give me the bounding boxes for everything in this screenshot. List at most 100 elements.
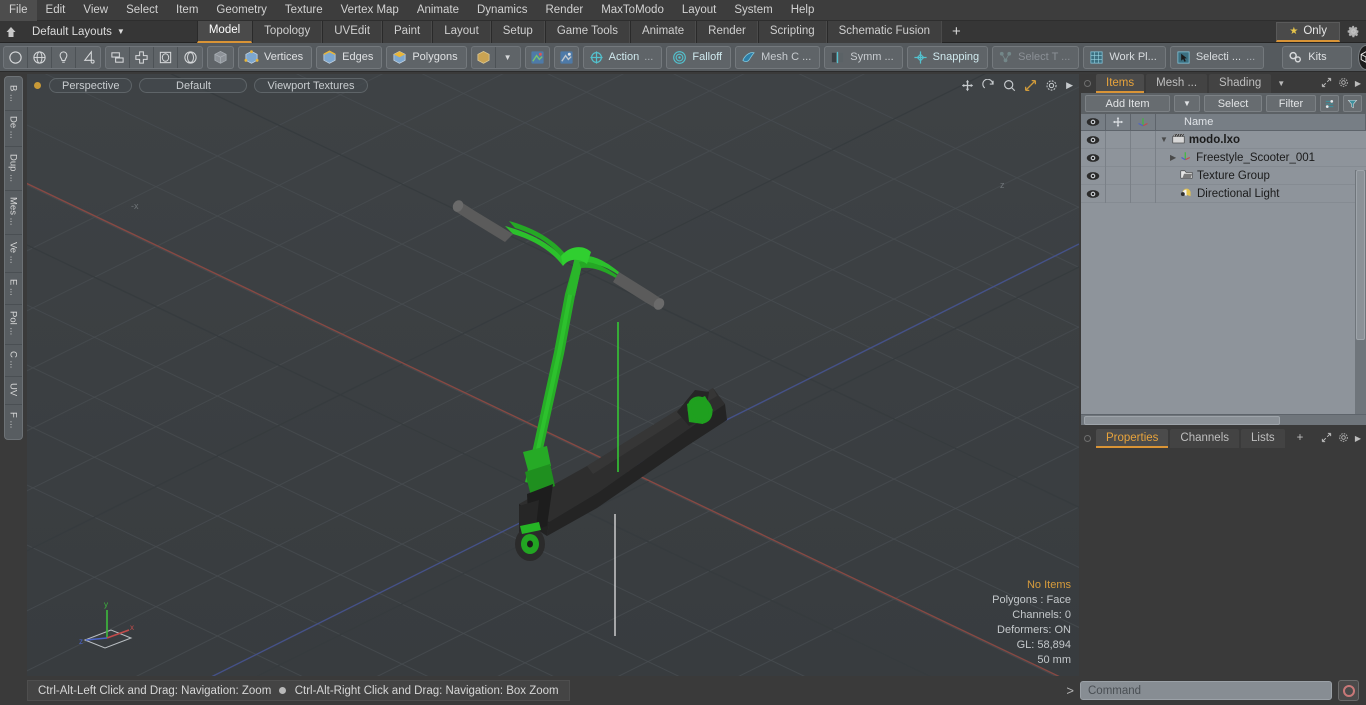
filter-button[interactable]: Filter bbox=[1266, 95, 1316, 112]
row-axis-cell[interactable] bbox=[1131, 184, 1156, 203]
row-axis-cell[interactable] bbox=[1131, 130, 1156, 149]
gear-icon[interactable] bbox=[1338, 432, 1349, 446]
menu-item-select[interactable]: Select bbox=[117, 0, 167, 21]
viewport-projection-selector[interactable]: Perspective bbox=[49, 77, 133, 93]
square-frame-icon[interactable] bbox=[154, 46, 178, 68]
properties-panel-body[interactable] bbox=[1081, 448, 1366, 626]
menu-item-texture[interactable]: Texture bbox=[276, 0, 332, 21]
scrollbar-thumb[interactable] bbox=[1356, 170, 1365, 340]
items-row-texture-group[interactable]: Texture Group bbox=[1156, 167, 1366, 185]
panel-tab-channels[interactable]: Channels bbox=[1170, 429, 1240, 448]
kits-button[interactable]: Kits bbox=[1282, 45, 1353, 69]
gear-icon[interactable] bbox=[1338, 77, 1349, 91]
layout-tab-schematic-fusion[interactable]: Schematic Fusion bbox=[826, 20, 943, 43]
rotate-icon[interactable] bbox=[982, 78, 995, 92]
layout-tab-layout[interactable]: Layout bbox=[432, 20, 491, 43]
layout-preset-selector[interactable]: Default Layouts ▼ bbox=[26, 23, 131, 41]
left-tab-duplicate[interactable]: Dup ... bbox=[4, 147, 22, 191]
row-transform-cell[interactable] bbox=[1106, 148, 1131, 167]
selection-mode-edges[interactable]: Edges bbox=[316, 45, 383, 69]
menu-item-render[interactable]: Render bbox=[536, 0, 592, 21]
selection-mode-vertices[interactable]: Vertices bbox=[238, 45, 313, 69]
cube-icon[interactable] bbox=[207, 45, 234, 69]
layout-tab-scripting[interactable]: Scripting bbox=[757, 20, 827, 43]
menu-item-view[interactable]: View bbox=[74, 0, 117, 21]
items-list[interactable]: Name ▼ modo.lxo ▶ Freestyle_Scooter_001 … bbox=[1081, 113, 1366, 422]
left-tab-basic[interactable]: B ... bbox=[4, 79, 22, 111]
panel-tab-properties[interactable]: Properties bbox=[1096, 429, 1169, 448]
left-tab-curve[interactable]: C ... bbox=[4, 345, 22, 377]
layout-tab-uvedit[interactable]: UVEdit bbox=[322, 20, 383, 43]
triangle-right-icon[interactable]: ▶ bbox=[1170, 153, 1176, 162]
panel-tab-items[interactable]: Items bbox=[1096, 74, 1145, 93]
fit-icon[interactable] bbox=[1024, 79, 1037, 92]
table-row[interactable]: ▼ modo.lxo bbox=[1081, 130, 1366, 149]
select-through-button[interactable]: Select T ... bbox=[992, 45, 1080, 69]
left-tab-mesh-edit[interactable]: Mes ... bbox=[4, 191, 22, 235]
menu-item-help[interactable]: Help bbox=[782, 0, 824, 21]
eye-icon[interactable] bbox=[1081, 130, 1106, 149]
add-panel-tab-button[interactable]: + bbox=[1287, 429, 1314, 448]
viewport-textures-selector[interactable]: Viewport Textures bbox=[254, 77, 368, 93]
menu-item-vertex-map[interactable]: Vertex Map bbox=[332, 0, 408, 21]
left-tab-vertex[interactable]: Ve ... bbox=[4, 235, 22, 273]
list-toggle-icon[interactable] bbox=[1320, 95, 1339, 112]
funnel-icon[interactable] bbox=[1343, 95, 1362, 112]
panel-tab-mesh[interactable]: Mesh ... bbox=[1146, 74, 1208, 93]
local-cube-icon[interactable] bbox=[553, 45, 579, 69]
layout-tab-topology[interactable]: Topology bbox=[252, 20, 323, 43]
items-row-mesh[interactable]: ▶ Freestyle_Scooter_001 bbox=[1156, 149, 1366, 167]
ellipse-icon[interactable] bbox=[178, 47, 202, 68]
menu-item-layout[interactable]: Layout bbox=[673, 0, 726, 21]
gear-icon[interactable] bbox=[1340, 21, 1366, 43]
selection-mode-cube-icon[interactable] bbox=[472, 46, 496, 68]
menu-item-edit[interactable]: Edit bbox=[37, 0, 75, 21]
viewport-style-selector[interactable]: Default bbox=[139, 77, 248, 93]
mesh-constraint-button[interactable]: Mesh C ... bbox=[735, 45, 821, 69]
layout-tab-setup[interactable]: Setup bbox=[490, 20, 545, 43]
layout-tab-paint[interactable]: Paint bbox=[382, 20, 433, 43]
viewport-3d[interactable]: Perspective Default Viewport Textures ▶ … bbox=[27, 74, 1079, 676]
menu-item-animate[interactable]: Animate bbox=[408, 0, 468, 21]
circle-icon[interactable] bbox=[4, 46, 28, 68]
row-transform-cell[interactable] bbox=[1106, 130, 1131, 149]
axis-gizmo[interactable]: y x z bbox=[77, 596, 139, 654]
zoom-icon[interactable] bbox=[1003, 79, 1016, 92]
eye-icon[interactable] bbox=[1081, 184, 1106, 203]
menu-item-geometry[interactable]: Geometry bbox=[207, 0, 276, 21]
world-cube-icon[interactable] bbox=[524, 45, 550, 69]
chevron-down-icon[interactable]: ▼ bbox=[1273, 79, 1289, 88]
items-list-horizontal-scrollbar[interactable] bbox=[1081, 414, 1366, 425]
scrollbar-thumb[interactable] bbox=[1084, 416, 1280, 425]
play-arrow-icon[interactable]: ▶ bbox=[1066, 80, 1073, 91]
move-icon[interactable] bbox=[961, 79, 974, 92]
expand-icon[interactable] bbox=[1321, 77, 1332, 91]
row-transform-cell[interactable] bbox=[1106, 184, 1131, 203]
items-list-vertical-scrollbar[interactable] bbox=[1355, 170, 1366, 422]
work-plane-button[interactable]: Work Pl... bbox=[1083, 45, 1166, 69]
center-icon[interactable] bbox=[130, 46, 154, 68]
add-item-dropdown-chevron-down-icon[interactable]: ▼ bbox=[1174, 95, 1200, 112]
row-axis-cell[interactable] bbox=[1131, 148, 1156, 167]
row-transform-cell[interactable] bbox=[1106, 166, 1131, 185]
left-tab-edge[interactable]: E ... bbox=[4, 273, 22, 305]
panel-tab-lists[interactable]: Lists bbox=[1241, 429, 1285, 448]
layout-tab-render[interactable]: Render bbox=[696, 20, 758, 43]
expand-icon[interactable] bbox=[1321, 432, 1332, 446]
align-icon[interactable] bbox=[106, 46, 130, 68]
eye-icon[interactable] bbox=[1081, 148, 1106, 167]
left-tab-uv[interactable]: UV bbox=[4, 377, 22, 405]
falloff-button[interactable]: Falloff bbox=[666, 45, 732, 69]
selection-set-button[interactable]: Selecti ... ... bbox=[1169, 45, 1265, 69]
table-row[interactable]: ▶ Freestyle_Scooter_001 bbox=[1081, 148, 1366, 167]
gear-icon[interactable] bbox=[1045, 79, 1058, 92]
command-input[interactable]: Command bbox=[1080, 681, 1332, 700]
modo-cube-icon[interactable] bbox=[1358, 44, 1366, 70]
record-icon[interactable] bbox=[1338, 680, 1359, 701]
left-tab-deform[interactable]: De ... bbox=[4, 111, 22, 147]
items-row-directional-light[interactable]: Directional Light bbox=[1156, 185, 1366, 203]
home-icon[interactable] bbox=[0, 21, 22, 43]
items-list-empty-area[interactable] bbox=[1081, 203, 1366, 412]
eye-icon[interactable] bbox=[1081, 166, 1106, 185]
play-arrow-icon[interactable]: ▶ bbox=[1355, 79, 1361, 88]
